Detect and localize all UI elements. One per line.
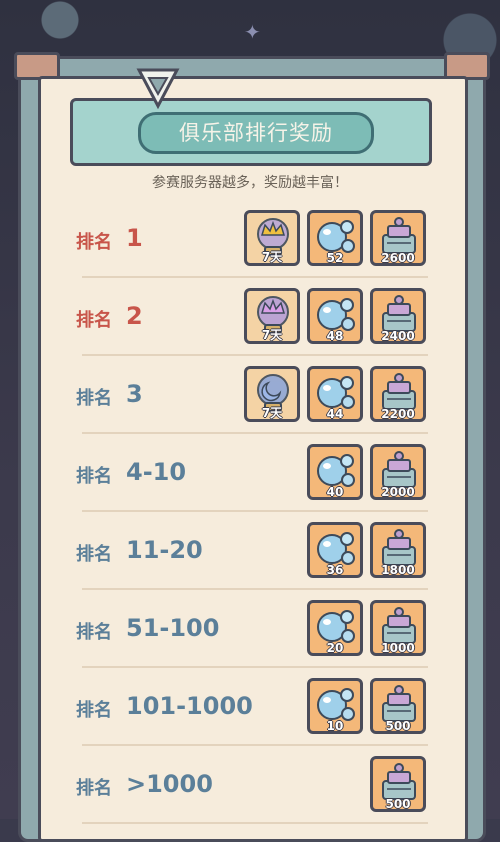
rank-row: 排名 3 7天 44 2200: [62, 358, 438, 436]
reward-items: 500: [370, 756, 426, 812]
reward-items: 7天 44 2200: [244, 366, 426, 422]
reward-item[interactable]: 2600: [370, 210, 426, 266]
ranking-list: 排名 1 7天 52 2600 排名 2 7天 48 2400 排名 3 7天 44 2200 排名 4-10 4…: [62, 202, 438, 826]
reward-items: 10 500: [307, 678, 426, 734]
reward-items: 20 1000: [307, 600, 426, 656]
reward-quantity: 52: [326, 251, 344, 265]
reward-quantity: 1000: [381, 641, 415, 655]
reward-items: 36 1800: [307, 522, 426, 578]
rank-value: 51-100: [126, 614, 220, 642]
reward-items: 7天 52 2600: [244, 210, 426, 266]
reward-items: 40 2000: [307, 444, 426, 500]
reward-quantity: 500: [385, 797, 411, 811]
subtitle: 参赛服务器越多，奖励越丰富！: [152, 175, 348, 191]
reward-quantity: 10: [326, 719, 344, 733]
rank-row: 排名 2 7天 48 2400: [62, 280, 438, 358]
reward-quantity: 40: [326, 485, 344, 499]
rank-label: 排名: [76, 388, 112, 409]
reward-quantity: 7天: [261, 250, 283, 264]
reward-item[interactable]: 36: [307, 522, 363, 578]
reward-item[interactable]: 48: [307, 288, 363, 344]
rank-label: 排名: [76, 232, 112, 253]
reward-item[interactable]: 52: [307, 210, 363, 266]
reward-item[interactable]: 44: [307, 366, 363, 422]
rank-value: 11-20: [126, 536, 203, 564]
page-title: 俱乐部排行奖励: [138, 112, 374, 154]
reward-quantity: 2000: [381, 485, 415, 499]
reward-item[interactable]: 2200: [370, 366, 426, 422]
rank-label: 排名: [76, 466, 112, 487]
triangle-emblem-icon: [136, 68, 180, 110]
reward-item[interactable]: 500: [370, 756, 426, 812]
rank-label: 排名: [76, 700, 112, 721]
reward-quantity: 48: [326, 329, 344, 343]
reward-quantity: 500: [385, 719, 411, 733]
rank-row: 排名 101-1000 10 500: [62, 670, 438, 748]
reward-item[interactable]: 20: [307, 600, 363, 656]
sparkle-icon: ✦: [244, 20, 261, 44]
reward-quantity: 2600: [381, 251, 415, 265]
reward-quantity: 2200: [381, 407, 415, 421]
reward-item[interactable]: 2000: [370, 444, 426, 500]
reward-quantity: 7天: [261, 406, 283, 420]
rank-value: 1: [126, 224, 143, 252]
rank-label: 排名: [76, 544, 112, 565]
rank-value: >1000: [126, 770, 213, 798]
rank-value: 3: [126, 380, 143, 408]
reward-quantity: 7天: [261, 328, 283, 342]
rank-row: 排名 11-20 36 1800: [62, 514, 438, 592]
reward-item[interactable]: 10: [307, 678, 363, 734]
reward-item[interactable]: 500: [370, 678, 426, 734]
reward-item[interactable]: 7天: [244, 210, 300, 266]
reward-quantity: 20: [326, 641, 344, 655]
rank-row: 排名 51-100 20 1000: [62, 592, 438, 670]
reward-quantity: 36: [326, 563, 344, 577]
rank-label: 排名: [76, 622, 112, 643]
reward-item[interactable]: 7天: [244, 288, 300, 344]
reward-item[interactable]: 40: [307, 444, 363, 500]
reward-item[interactable]: 1800: [370, 522, 426, 578]
reward-item[interactable]: 7天: [244, 366, 300, 422]
reward-quantity: 2400: [381, 329, 415, 343]
rank-label: 排名: [76, 310, 112, 331]
rank-row: 排名 >1000 500: [62, 748, 438, 826]
reward-item[interactable]: 2400: [370, 288, 426, 344]
rank-row: 排名 4-10 40 2000: [62, 436, 438, 514]
rank-value: 101-1000: [126, 692, 253, 720]
reward-items: 7天 48 2400: [244, 288, 426, 344]
reward-item[interactable]: 1000: [370, 600, 426, 656]
reward-quantity: 44: [326, 407, 344, 421]
rank-value: 4-10: [126, 458, 187, 486]
rank-value: 2: [126, 302, 143, 330]
rank-label: 排名: [76, 778, 112, 799]
rank-row: 排名 1 7天 52 2600: [62, 202, 438, 280]
reward-quantity: 1800: [381, 563, 415, 577]
